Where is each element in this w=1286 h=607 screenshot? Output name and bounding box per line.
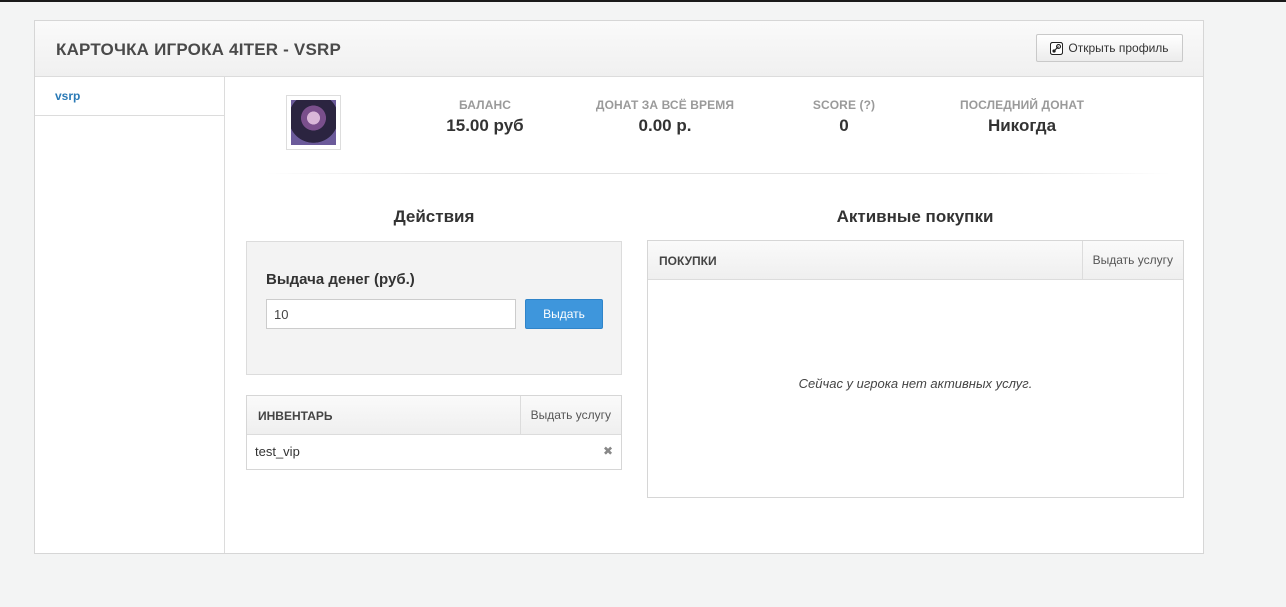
steam-icon xyxy=(1050,41,1064,55)
stat-last-donate-value: Никогда xyxy=(987,116,1057,135)
money-grant-box: Выдача денег (руб.) Выдать xyxy=(246,241,622,375)
purchases-title: Активные покупки xyxy=(836,207,994,226)
sidebar-item-vsrp[interactable]: vsrp xyxy=(35,77,224,116)
purchases-header: ПОКУПКИ Выдать услугу xyxy=(648,241,1183,280)
money-amount-input[interactable] xyxy=(266,299,516,329)
stat-score: SCORE (?) 0 xyxy=(794,98,894,136)
sidebar: vsrp xyxy=(35,77,225,553)
stats-divider xyxy=(265,173,1170,174)
inventory-header: ИНВЕНТАРЬ Выдать услугу xyxy=(247,396,621,435)
stat-last-donate: ПОСЛЕДНИЙ ДОНАТ Никогда xyxy=(947,98,1097,136)
inventory-give-service-button[interactable]: Выдать услугу xyxy=(519,396,621,434)
page-title: КАРТОЧКА ИГРОКА 4ITER - VSRP xyxy=(56,40,342,59)
stat-donate-total: ДОНАТ ЗА ВСЁ ВРЕМЯ 0.00 р. xyxy=(585,98,745,136)
list-item: test_vip ✖ xyxy=(247,435,621,469)
stat-balance-label: БАЛАНС xyxy=(459,98,511,112)
avatar xyxy=(286,95,341,150)
purchases-panel: ПОКУПКИ Выдать услугу Сейчас у игрока не… xyxy=(647,240,1184,498)
money-grant-title: Выдача денег (руб.) xyxy=(266,271,415,288)
avatar-image xyxy=(291,100,336,145)
open-profile-button[interactable]: Открыть профиль xyxy=(1036,34,1183,62)
inventory-header-title: ИНВЕНТАРЬ xyxy=(258,409,333,423)
stat-donate-total-value: 0.00 р. xyxy=(638,116,692,135)
card-header: КАРТОЧКА ИГРОКА 4ITER - VSRP Открыть про… xyxy=(35,21,1203,77)
stat-score-value: 0 xyxy=(839,116,849,135)
stat-donate-total-label: ДОНАТ ЗА ВСЁ ВРЕМЯ xyxy=(595,98,735,112)
player-card: КАРТОЧКА ИГРОКА 4ITER - VSRP Открыть про… xyxy=(34,20,1204,554)
inventory-panel: ИНВЕНТАРЬ Выдать услугу test_vip ✖ xyxy=(246,395,622,470)
purchases-empty-text: Сейчас у игрока нет активных услуг. xyxy=(798,376,1033,391)
stat-last-donate-label: ПОСЛЕДНИЙ ДОНАТ xyxy=(960,98,1084,112)
give-money-button[interactable]: Выдать xyxy=(525,299,603,329)
stat-balance-value: 15.00 руб xyxy=(446,116,524,135)
stat-score-label[interactable]: SCORE (?) xyxy=(794,98,894,112)
inventory-item-name: test_vip xyxy=(255,444,300,459)
actions-title: Действия xyxy=(393,207,475,226)
stat-balance: БАЛАНС 15.00 руб xyxy=(420,98,550,136)
remove-icon[interactable]: ✖ xyxy=(603,444,613,458)
purchases-give-service-button[interactable]: Выдать услугу xyxy=(1081,241,1183,279)
open-profile-label: Открыть профиль xyxy=(1068,41,1169,55)
purchases-header-title: ПОКУПКИ xyxy=(659,254,717,268)
